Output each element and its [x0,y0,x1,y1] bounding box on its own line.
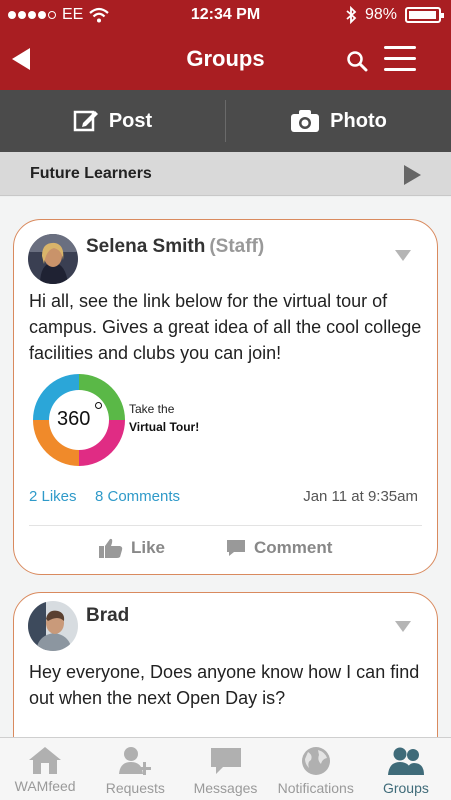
author-line: Brad [86,605,129,627]
post-options-icon[interactable] [395,250,411,261]
tab-bar: WAMfeed Requests Messages Notifications [0,737,451,800]
divider [29,525,422,526]
tab-wamfeed[interactable]: WAMfeed [0,738,90,800]
thumbs-up-icon [99,538,123,558]
author-name[interactable]: Selena Smith [86,236,205,257]
feed[interactable]: Selena Smith (Staff) Hi all, see the link… [0,197,451,737]
comment-button[interactable]: Comment [226,538,332,558]
photo-button[interactable]: Photo [226,90,451,152]
tab-messages[interactable]: Messages [180,738,270,800]
comment-bubble-icon [227,540,245,556]
tour-number: 360 [57,408,91,430]
tour-line-1: Take the [129,402,175,416]
compose-bar: Post Photo [0,90,451,152]
tab-groups[interactable]: Groups [361,738,451,800]
hamburger-menu-icon[interactable] [384,46,416,72]
globe-icon [301,747,330,775]
post-card: Brad Hey everyone, Does anyone know how … [13,592,438,737]
post-label: Post [108,109,153,132]
group-selector[interactable]: Future Learners [0,152,451,196]
tour-line-2: Virtual Tour! [129,420,200,434]
home-icon [29,747,62,774]
tab-requests[interactable]: Requests [90,738,180,800]
like-button[interactable]: Like [99,538,165,558]
degree-symbol [95,402,102,409]
status-bar: EE 12:34 PM 98% [0,0,451,30]
avatar-image [28,234,78,284]
post-text: Hey everyone, Does anyone know how I can… [29,662,420,708]
tab-notifications[interactable]: Notifications [271,738,361,800]
tab-label: Messages [193,780,258,796]
speech-bubble-icon [210,748,241,774]
tab-label: WAMfeed [14,778,76,794]
top-bar: EE 12:34 PM 98% Groups [0,0,451,90]
post-date: Jan 11 at 9:35am [303,488,418,505]
post-text: Hi all, see the link below for the virtu… [29,291,422,363]
post-button[interactable]: Post [0,90,225,152]
photo-label: Photo [330,109,387,132]
tab-label: Groups [382,780,429,796]
search-icon[interactable] [346,50,368,72]
battery-percent: 98% [364,6,397,23]
post-card: Selena Smith (Staff) Hi all, see the link… [13,219,438,575]
play-arrow-icon[interactable] [404,165,421,185]
edit-icon [73,110,98,132]
author-role: (Staff) [209,236,265,257]
avatar[interactable] [28,601,78,651]
bluetooth-icon [346,6,357,24]
comments-count[interactable]: 8 Comments [95,488,180,505]
group-icon [387,747,424,775]
battery-icon [405,7,444,23]
post-options-icon[interactable] [395,621,411,632]
add-person-icon [119,747,152,775]
avatar-image [28,601,78,651]
virtual-tour-link[interactable]: 360 Take the Virtual Tour! [29,370,229,470]
status-right: 98% [345,6,444,24]
likes-count[interactable]: 2 Likes [29,488,77,505]
camera-icon [291,110,320,132]
like-label: Like [131,538,166,557]
author-line: Selena Smith (Staff) [86,236,264,258]
avatar[interactable] [28,234,78,284]
comment-label: Comment [254,538,333,557]
author-name[interactable]: Brad [86,605,129,626]
group-name: Future Learners [30,165,152,182]
tab-label: Requests [105,780,165,796]
nav-bar: Groups [0,30,451,90]
tab-label: Notifications [277,780,354,796]
